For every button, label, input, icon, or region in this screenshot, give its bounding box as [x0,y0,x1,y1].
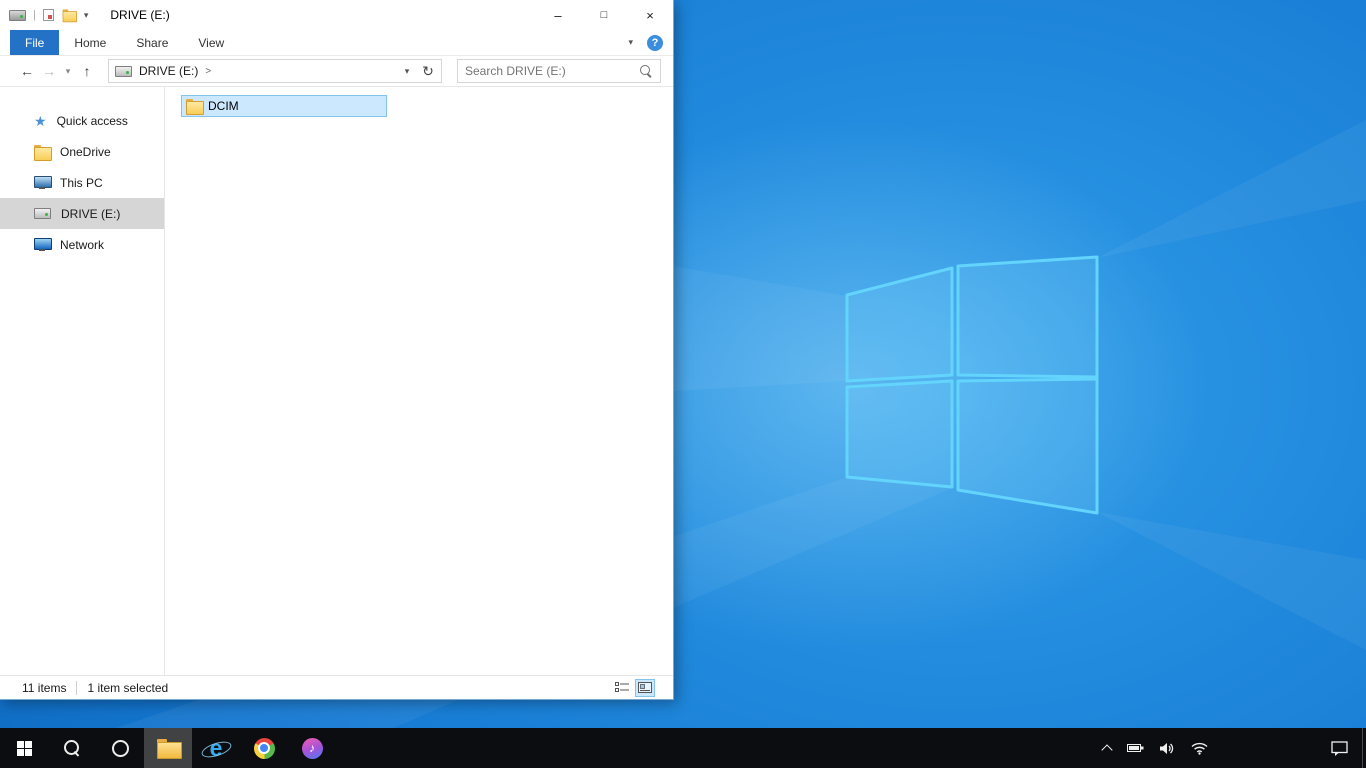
sidebar-item-label: Quick access [56,113,128,128]
sidebar-item-label: This PC [60,175,103,190]
sidebar-item-onedrive[interactable]: OneDrive [0,136,164,167]
sidebar-item-label: Network [60,237,105,252]
sidebar-item-quick-access[interactable]: ★ Quick access [0,105,164,136]
details-view-icon [615,682,629,692]
action-center-icon [1330,740,1348,756]
window-drive-icon [9,9,26,21]
sidebar-item-drive-e[interactable]: DRIVE (E:) [0,198,164,229]
up-button[interactable]: ↑ [76,63,98,79]
sidebar-item-network[interactable]: Network [0,229,164,260]
navigation-pane: ★ Quick access OneDrive This PC DRIVE (E… [0,87,165,675]
folder-icon [186,99,204,115]
expand-ribbon-icon[interactable]: ▾ [628,38,633,47]
drive-icon [34,208,51,219]
back-button[interactable]: ← [16,63,38,79]
cortana-icon [111,739,129,757]
wifi-icon[interactable] [1191,742,1208,755]
refresh-icon[interactable]: ↻ [417,60,439,82]
search-icon[interactable] [640,64,653,78]
volume-icon[interactable] [1160,742,1175,755]
view-toggles [612,678,663,697]
system-tray [1101,728,1208,768]
tab-file[interactable]: File [10,30,60,55]
qat-divider: | [33,9,36,21]
selected-count: 1 item selected [87,680,169,695]
internet-explorer-icon: e [203,735,229,761]
windows-start-icon [16,740,32,756]
taskbar: e ♪ [0,728,1366,768]
qat-customize-chevron-icon[interactable]: ▾ [84,10,89,20]
tab-view[interactable]: View [183,30,239,55]
quick-access-star-icon: ★ [34,112,47,129]
chrome-button[interactable] [240,728,288,768]
address-bar[interactable]: DRIVE (E:) > ▾ ↻ [108,59,442,83]
maximize-button[interactable]: □ [581,0,627,30]
breadcrumb[interactable]: DRIVE (E:) [139,64,198,78]
properties-icon[interactable] [42,9,54,21]
network-icon [34,238,52,251]
status-divider [76,680,78,695]
status-bar: 11 items 1 item selected [0,675,673,699]
sidebar-item-this-pc[interactable]: This PC [0,167,164,198]
recent-locations-chevron-icon[interactable]: ▾ [60,66,76,76]
navigation-bar: ← → ▾ ↑ DRIVE (E:) > ▾ ↻ [0,56,673,87]
file-item-dcim[interactable]: DCIM [181,95,387,117]
quick-access-toolbar: | ▾ [0,8,89,23]
minimize-icon: – [554,7,562,23]
itunes-icon: ♪ [301,737,323,759]
items-count: 11 items [22,680,67,695]
file-list-area[interactable]: DCIM [165,87,673,675]
cortana-button[interactable] [96,728,144,768]
window-controls: – □ × [535,0,673,30]
ribbon-right-controls: ▾ ? [628,30,663,55]
sidebar-item-label: OneDrive [60,144,111,159]
chrome-icon [253,737,275,759]
desktop: { "colors": { "accent_file_tab": "#2472c… [0,0,1366,768]
forward-button[interactable]: → [38,63,60,79]
internet-explorer-button[interactable]: e [192,728,240,768]
close-button[interactable]: × [627,0,673,30]
file-explorer-window: | ▾ DRIVE (E:) – □ × File Home Share Vie… [0,0,674,700]
address-dropdown-icon[interactable]: ▾ [397,66,417,76]
show-desktop-button[interactable] [1362,728,1366,768]
this-pc-icon [34,176,52,189]
tab-home[interactable]: Home [59,30,121,55]
titlebar[interactable]: | ▾ DRIVE (E:) – □ × [0,0,673,30]
sidebar-item-label: DRIVE (E:) [61,206,121,221]
large-icons-view-button[interactable] [635,678,655,697]
search-input[interactable] [465,64,640,78]
large-icons-view-icon [638,682,652,693]
window-title: DRIVE (E:) [110,8,170,22]
taskbar-file-explorer-button[interactable] [144,728,192,768]
taskbar-search-button[interactable] [48,728,96,768]
explorer-content: ★ Quick access OneDrive This PC DRIVE (E… [0,87,673,675]
battery-icon[interactable] [1127,742,1144,754]
help-icon[interactable]: ? [647,34,663,51]
search-box[interactable] [457,59,661,83]
windows-logo [845,255,1099,515]
tab-share[interactable]: Share [121,30,183,55]
taskbar-search-icon [63,739,81,757]
start-button[interactable] [0,728,48,768]
address-drive-icon [115,65,132,77]
details-view-button[interactable] [612,679,632,697]
new-folder-icon[interactable] [62,9,77,23]
breadcrumb-separator[interactable]: > [205,66,211,77]
maximize-icon: □ [600,9,608,21]
hidden-icons-chevron-icon[interactable] [1101,743,1113,756]
onedrive-icon [34,144,52,161]
minimize-button[interactable]: – [535,0,581,30]
itunes-button[interactable]: ♪ [288,728,336,768]
action-center-button[interactable] [1316,728,1362,768]
close-icon: × [646,7,654,23]
file-explorer-icon [156,739,182,759]
file-item-label: DCIM [208,99,239,113]
ribbon-tabs: File Home Share View ▾ ? [0,30,673,56]
